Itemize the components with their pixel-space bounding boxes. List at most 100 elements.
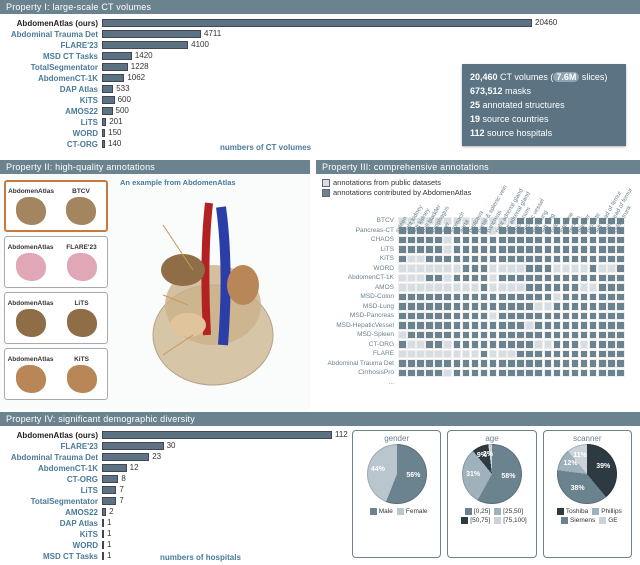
matrix-cell <box>616 312 625 321</box>
matrix-cell <box>516 245 525 254</box>
bar-fill <box>102 442 164 450</box>
property-1-axis-label: numbers of CT volumes <box>220 143 311 152</box>
pie-box: age58%31%9%2%[0,25][25,50][50,75][75,100… <box>447 430 536 558</box>
property-4-panel: Property IV: significant demographic div… <box>0 412 640 564</box>
matrix-cell <box>616 255 625 264</box>
matrix-cell <box>544 283 553 292</box>
matrix-cell <box>480 274 489 283</box>
matrix-cell <box>534 312 543 321</box>
matrix-cell <box>462 283 471 292</box>
pie-slice-label: 12% <box>564 460 578 467</box>
matrix-cell <box>498 369 507 378</box>
matrix-cell <box>562 302 571 311</box>
matrix-cell <box>434 350 443 359</box>
matrix-cell <box>525 312 534 321</box>
bar-fill <box>102 107 113 115</box>
matrix-cell <box>571 369 580 378</box>
matrix-cell <box>443 312 452 321</box>
bar-fill <box>102 52 132 60</box>
matrix-cell <box>553 302 562 311</box>
matrix-cell <box>398 236 407 245</box>
matrix-cell <box>407 236 416 245</box>
bar-value: 7 <box>116 485 123 494</box>
matrix-cell <box>562 340 571 349</box>
matrix-cell <box>544 369 553 378</box>
bar-label: KiTS <box>4 530 102 539</box>
matrix-cell <box>553 340 562 349</box>
matrix-cell <box>489 369 498 378</box>
bar-row: MSD CT Tasks1420 <box>4 51 640 61</box>
matrix-cell <box>416 236 425 245</box>
thumb-label: LiTS <box>74 300 88 307</box>
matrix-cell <box>553 359 562 368</box>
pie-title: age <box>485 434 498 443</box>
matrix-cell <box>498 312 507 321</box>
matrix-cell <box>534 350 543 359</box>
matrix-cell <box>553 255 562 264</box>
matrix-cell <box>425 274 434 283</box>
matrix-cell <box>516 236 525 245</box>
matrix-cell <box>416 359 425 368</box>
bar-value: 4711 <box>201 29 221 38</box>
matrix-cell <box>480 359 489 368</box>
matrix-cell <box>580 331 589 340</box>
matrix-row: MSD-Lung <box>322 302 634 312</box>
matrix-cell <box>562 274 571 283</box>
matrix-cell <box>525 293 534 302</box>
bar-value: 8 <box>118 474 125 483</box>
bar-value: 20460 <box>532 18 557 27</box>
bar-row: LiTS7 <box>4 485 342 495</box>
matrix-cell <box>434 302 443 311</box>
matrix-row: Abdominal Trauma Det <box>322 359 634 369</box>
matrix-cell <box>580 359 589 368</box>
matrix-cell <box>507 340 516 349</box>
matrix-cell <box>398 359 407 368</box>
matrix-cell <box>398 350 407 359</box>
matrix-cell <box>489 331 498 340</box>
bar-label: MSD CT Tasks <box>4 52 102 61</box>
matrix-cell <box>589 340 598 349</box>
pie-chart: 56%44% <box>367 444 427 504</box>
bar-fill <box>102 19 532 27</box>
matrix-cell <box>462 302 471 311</box>
matrix-cell <box>589 293 598 302</box>
matrix-cell <box>471 245 480 254</box>
bar-fill <box>102 475 118 483</box>
legend-swatch-ours <box>322 189 330 197</box>
bar-label: CT-ORG <box>4 475 102 484</box>
matrix-cell <box>553 321 562 330</box>
property-2-title: Property II: high-quality annotations <box>0 160 310 174</box>
property-1-title: Property I: large-scale CT volumes <box>0 0 640 14</box>
matrix-cell <box>443 331 452 340</box>
matrix-cell <box>544 264 553 273</box>
matrix-cell <box>553 264 562 273</box>
matrix-cell <box>471 283 480 292</box>
matrix-cell <box>507 359 516 368</box>
comparison-thumbnails: AbdomenAtlasBTCVAbdomenAtlasFLARE'23Abdo… <box>4 180 108 404</box>
matrix-cell <box>507 274 516 283</box>
bar-fill <box>102 41 188 49</box>
bar-label: AbdomenCT-1K <box>4 464 102 473</box>
matrix-cell <box>616 321 625 330</box>
matrix-row-label: MSD-Colon <box>322 293 398 300</box>
matrix-cell <box>589 274 598 283</box>
matrix-cell <box>571 255 580 264</box>
matrix-cell <box>407 302 416 311</box>
matrix-cell <box>562 293 571 302</box>
matrix-cell <box>434 331 443 340</box>
matrix-cell <box>598 293 607 302</box>
matrix-cell <box>598 312 607 321</box>
bar-value: 1 <box>104 529 111 538</box>
matrix-row-label: MSD-Lung <box>322 303 398 310</box>
matrix-cell <box>425 350 434 359</box>
matrix-cell <box>607 302 616 311</box>
matrix-cell <box>544 350 553 359</box>
matrix-cell <box>480 236 489 245</box>
pie-legend: [0,25][25,50][50,75][75,100] <box>457 507 526 525</box>
property-4-title: Property IV: significant demographic div… <box>0 412 640 426</box>
matrix-cell <box>498 264 507 273</box>
matrix-cell <box>425 255 434 264</box>
matrix-cell <box>425 369 434 378</box>
matrix-cell <box>480 293 489 302</box>
legend-swatch <box>465 508 472 515</box>
